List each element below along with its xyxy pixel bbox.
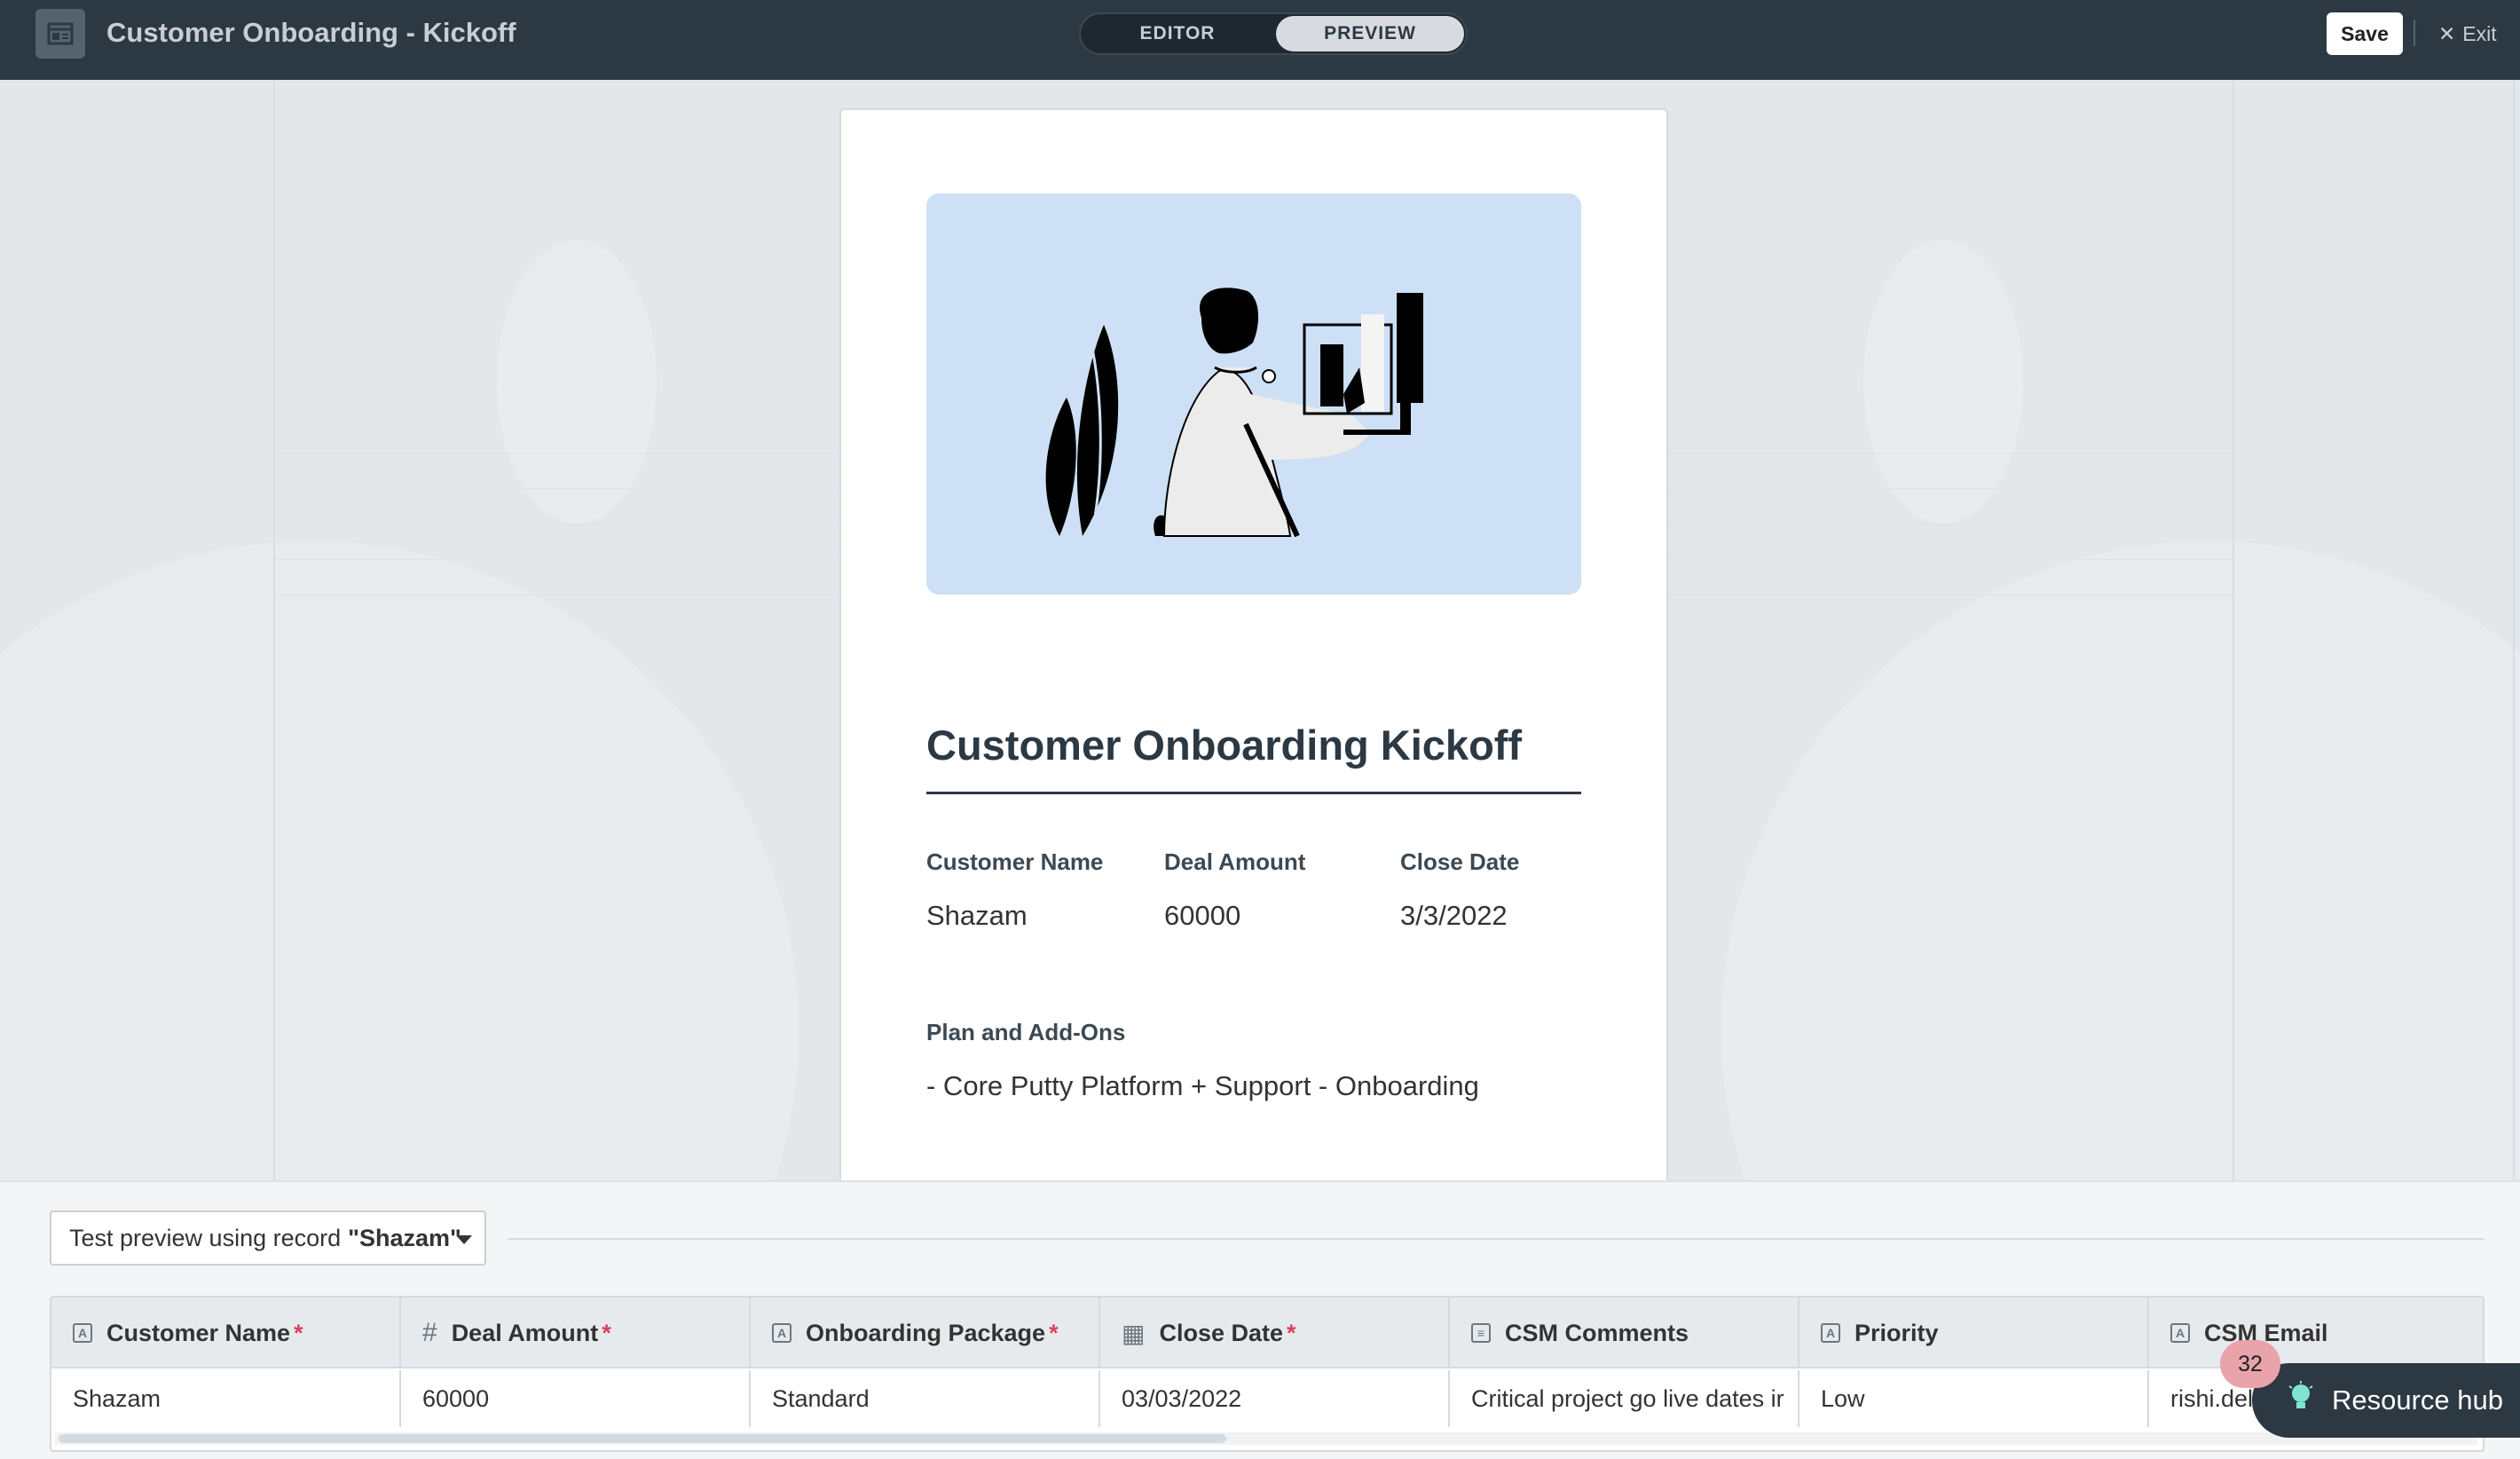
table-cell[interactable]: 60000: [401, 1370, 751, 1427]
long-text-icon: ≡: [1471, 1323, 1491, 1343]
table-cell[interactable]: 03/03/2022: [1100, 1370, 1450, 1427]
tab-editor[interactable]: EDITOR: [1084, 16, 1271, 51]
required-marker: *: [294, 1319, 303, 1346]
grid-line: [2513, 80, 2515, 1180]
table-cell[interactable]: Low: [1799, 1370, 2149, 1427]
lightbulb-icon: [2288, 1381, 2314, 1420]
close-icon: ✕: [2438, 21, 2456, 45]
template-icon[interactable]: [35, 9, 85, 59]
text-field-icon: A: [772, 1323, 791, 1343]
background-shape: [1863, 240, 2023, 524]
top-bar: Customer Onboarding - Kickoff EDITOR PRE…: [0, 0, 2520, 80]
background-shape: [1721, 541, 2520, 1180]
table-cell[interactable]: Critical project go live dates ir: [1450, 1370, 1799, 1427]
customer-name-label: Customer Name: [926, 848, 1104, 875]
exit-button[interactable]: ✕ Exit: [2438, 16, 2497, 51]
column-header-customer-name[interactable]: A Customer Name *: [51, 1297, 401, 1368]
column-header-csm-email[interactable]: A CSM Email: [2149, 1297, 2483, 1368]
text-field-icon: A: [1821, 1323, 1840, 1343]
document-title: Customer Onboarding Kickoff: [926, 722, 1523, 769]
column-header-deal-amount[interactable]: # Deal Amount *: [401, 1297, 751, 1368]
customer-name-value: Shazam: [926, 900, 1028, 931]
table-cell[interactable]: Shazam: [51, 1370, 401, 1427]
column-label: Customer Name: [106, 1319, 291, 1346]
notification-badge: 32: [2220, 1340, 2280, 1388]
close-date-label: Close Date: [1400, 848, 1520, 875]
plan-label: Plan and Add-Ons: [926, 1019, 1126, 1045]
text-field-icon: A: [73, 1323, 92, 1343]
resource-hub-button[interactable]: Resource hub: [2252, 1363, 2520, 1438]
required-marker: *: [1049, 1319, 1059, 1346]
column-label: Close Date: [1159, 1319, 1284, 1346]
page-title: Customer Onboarding - Kickoff: [106, 17, 516, 48]
column-label: Priority: [1855, 1319, 1939, 1346]
close-date-value: 3/3/2022: [1400, 900, 1508, 931]
column-label: CSM Comments: [1505, 1319, 1689, 1346]
required-marker: *: [1287, 1319, 1296, 1346]
document-preview-card: Customer Onboarding Kickoff Customer Nam…: [839, 108, 1668, 1182]
column-label: Onboarding Package: [806, 1319, 1046, 1346]
record-selector-value: "Shazam": [348, 1224, 461, 1251]
exit-label: Exit: [2462, 21, 2497, 45]
column-header-onboarding-package[interactable]: A Onboarding Package *: [751, 1297, 1100, 1368]
column-label: Deal Amount: [451, 1319, 599, 1346]
tab-preview[interactable]: PREVIEW: [1276, 16, 1464, 51]
record-selector[interactable]: Test preview using record "Shazam": [50, 1211, 486, 1266]
grid-line: [2233, 80, 2234, 1180]
chevron-down-icon: [456, 1235, 472, 1244]
records-table: A Customer Name * # Deal Amount * A Onbo…: [50, 1296, 2485, 1452]
save-button[interactable]: Save: [2327, 12, 2403, 55]
background-shape: [497, 240, 657, 524]
record-selector-prefix: Test preview using record: [69, 1224, 342, 1251]
deal-amount-value: 60000: [1164, 900, 1241, 931]
text-field-icon: A: [2170, 1323, 2190, 1343]
column-header-close-date[interactable]: ▦ Close Date *: [1100, 1297, 1450, 1368]
mode-toggle: EDITOR PREVIEW: [1079, 12, 1468, 55]
test-preview-panel: Test preview using record "Shazam" A Cus…: [0, 1180, 2520, 1459]
grid-line: [273, 80, 275, 1180]
background-shape: [0, 541, 799, 1180]
plan-value: - Core Putty Platform + Support - Onboar…: [926, 1070, 1479, 1101]
table-cell[interactable]: Standard: [751, 1370, 1100, 1427]
title-divider: [926, 792, 1581, 794]
deal-amount-label: Deal Amount: [1164, 848, 1306, 875]
required-marker: *: [602, 1319, 611, 1346]
resource-hub-label: Resource hub: [2332, 1384, 2504, 1416]
column-header-csm-comments[interactable]: ≡ CSM Comments: [1450, 1297, 1799, 1368]
scrollbar-thumb[interactable]: [59, 1434, 1226, 1443]
hero-illustration: [926, 193, 1581, 595]
calendar-icon: ▦: [1122, 1319, 1146, 1347]
panel-divider: [508, 1238, 2485, 1240]
number-field-icon: #: [422, 1318, 437, 1347]
header-divider: [2414, 20, 2415, 46]
column-header-priority[interactable]: A Priority: [1799, 1297, 2149, 1368]
